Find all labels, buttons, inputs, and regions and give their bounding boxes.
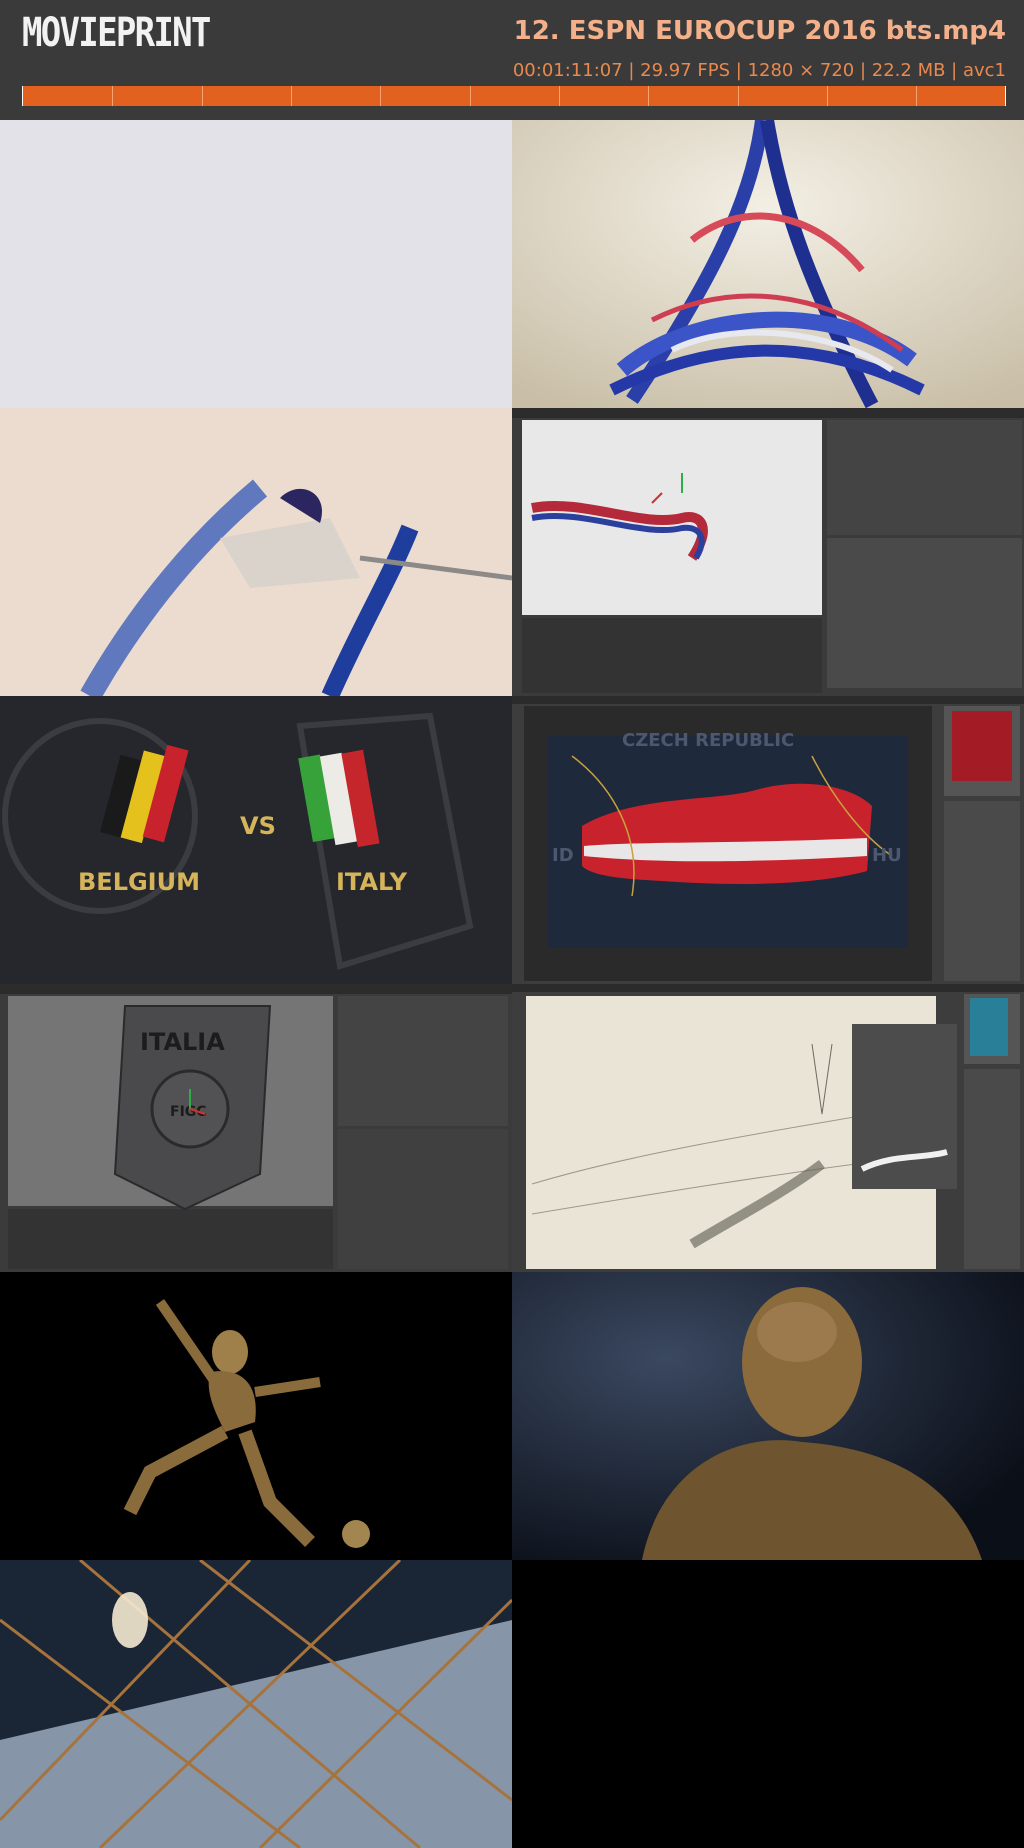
frame-thumbnail-3[interactable] xyxy=(0,408,512,696)
frame-thumbnail-11[interactable] xyxy=(0,1560,512,1848)
map-label-left: ID xyxy=(552,845,574,866)
italy-label: ITALY xyxy=(336,868,408,896)
movieprint-logo: MOVIEPRINT xyxy=(22,10,211,56)
timeline-bar[interactable] xyxy=(22,86,1006,106)
header: MOVIEPRINT 12. ESPN EUROCUP 2016 bts.mp4… xyxy=(0,0,1024,120)
timeline-tick xyxy=(827,86,828,106)
frame-thumbnail-2[interactable] xyxy=(512,120,1024,408)
frame-thumbnail-9[interactable] xyxy=(0,1272,512,1560)
timeline-tick xyxy=(738,86,739,106)
frame-thumbnail-6[interactable]: CZECH REPUBLIC ID HU xyxy=(512,696,1024,984)
vs-label: VS xyxy=(240,812,276,840)
timeline-tick xyxy=(291,86,292,106)
file-metadata: 00:01:11:07 | 29.97 FPS | 1280 × 720 | 2… xyxy=(512,60,1006,81)
timeline-tick xyxy=(648,86,649,106)
map-label-right: HU xyxy=(872,845,902,866)
frame-thumbnail-4[interactable] xyxy=(512,408,1024,696)
timeline-tick xyxy=(916,86,917,106)
frame-thumbnail-12[interactable] xyxy=(512,1560,1024,1848)
frame-thumbnail-8[interactable] xyxy=(512,984,1024,1272)
timeline-tick xyxy=(470,86,471,106)
timeline-tick xyxy=(380,86,381,106)
frame-thumbnail-5[interactable]: BELGIUM VS ITALY xyxy=(0,696,512,984)
timeline-tick xyxy=(559,86,560,106)
frame-thumbnail-1[interactable] xyxy=(0,120,512,408)
italia-badge-label: ITALIA xyxy=(140,1028,225,1056)
belgium-label: BELGIUM xyxy=(78,868,200,896)
frame-thumbnail-7[interactable]: ITALIA FIGC xyxy=(0,984,512,1272)
file-title: 12. ESPN EUROCUP 2016 bts.mp4 xyxy=(513,16,1006,46)
timeline-tick xyxy=(112,86,113,106)
map-label-top: CZECH REPUBLIC xyxy=(622,730,794,751)
frame-thumbnail-10[interactable] xyxy=(512,1272,1024,1560)
timeline-tick xyxy=(202,86,203,106)
thumbnail-grid: BELGIUM VS ITALY CZECH REPUBLIC ID HU IT… xyxy=(0,120,1024,1848)
